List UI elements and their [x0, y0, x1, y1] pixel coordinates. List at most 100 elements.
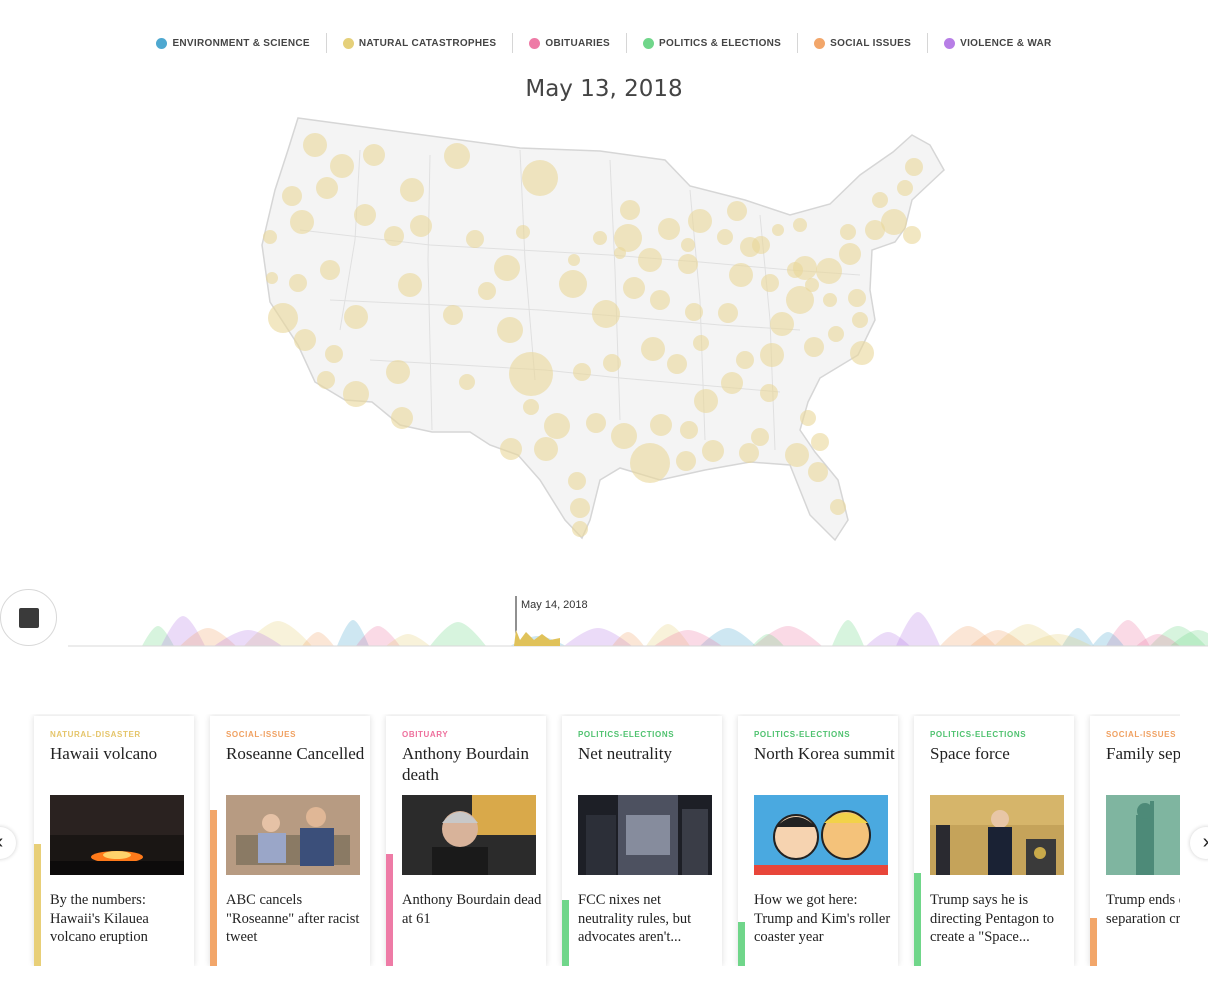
event-bubble[interactable]	[736, 351, 754, 369]
event-bubble[interactable]	[592, 300, 620, 328]
card-description[interactable]: Trump says he is directing Pentagon to c…	[930, 891, 1070, 947]
podium-speech-image[interactable]	[930, 795, 1064, 875]
event-bubble[interactable]	[761, 274, 779, 292]
event-bubble[interactable]	[693, 335, 709, 351]
event-bubble[interactable]	[444, 143, 470, 169]
event-bubble[interactable]	[263, 230, 277, 244]
timeline-chart[interactable]	[68, 590, 1208, 650]
projection-building-image[interactable]	[578, 795, 712, 875]
event-bubble[interactable]	[330, 154, 354, 178]
event-bubble[interactable]	[497, 317, 523, 343]
event-bubble[interactable]	[586, 413, 606, 433]
event-bubble[interactable]	[839, 243, 861, 265]
event-bubble[interactable]	[676, 451, 696, 471]
event-bubble[interactable]	[294, 329, 316, 351]
volcano-image[interactable]	[50, 795, 184, 875]
event-bubble[interactable]	[638, 248, 662, 272]
event-bubble[interactable]	[623, 277, 645, 299]
card-title[interactable]: Anthony Bourdain death	[402, 743, 544, 785]
event-bubble[interactable]	[384, 226, 404, 246]
event-bubble[interactable]	[897, 180, 913, 196]
stop-button[interactable]	[0, 589, 57, 646]
event-bubble[interactable]	[850, 341, 874, 365]
event-bubble[interactable]	[694, 389, 718, 413]
event-bubble[interactable]	[852, 312, 868, 328]
story-card[interactable]: POLITICS-ELECTIONS Space force Trump says …	[914, 716, 1074, 966]
cartoon-leaders-image[interactable]	[754, 795, 888, 875]
event-bubble[interactable]	[478, 282, 496, 300]
event-bubble[interactable]	[678, 254, 698, 274]
event-bubble[interactable]	[290, 210, 314, 234]
event-bubble[interactable]	[727, 201, 747, 221]
us-map[interactable]	[0, 100, 1208, 550]
legend-item[interactable]: NATURAL CATASTROPHES	[325, 33, 512, 53]
event-bubble[interactable]	[872, 192, 888, 208]
event-bubble[interactable]	[344, 305, 368, 329]
event-bubble[interactable]	[559, 270, 587, 298]
story-card[interactable]: POLITICS-ELECTIONS Net neutrality FCC nixe…	[562, 716, 722, 966]
legend-item[interactable]: SOCIAL ISSUES	[797, 33, 927, 53]
event-bubble[interactable]	[770, 312, 794, 336]
event-bubble[interactable]	[751, 428, 769, 446]
event-bubble[interactable]	[717, 229, 733, 245]
event-bubble[interactable]	[752, 236, 770, 254]
event-bubble[interactable]	[466, 230, 484, 248]
legend-item[interactable]: POLITICS & ELECTIONS	[626, 33, 797, 53]
event-bubble[interactable]	[804, 337, 824, 357]
legend-item[interactable]: ENVIRONMENT & SCIENCE	[140, 33, 325, 53]
event-bubble[interactable]	[509, 352, 553, 396]
card-title[interactable]: Family separations	[1106, 743, 1180, 764]
sitcom-couple-image[interactable]	[226, 795, 360, 875]
event-bubble[interactable]	[363, 144, 385, 166]
event-bubble[interactable]	[848, 289, 866, 307]
event-bubble[interactable]	[681, 238, 695, 252]
card-title[interactable]: Roseanne Cancelled	[226, 743, 368, 764]
event-bubble[interactable]	[266, 272, 278, 284]
event-bubble[interactable]	[614, 247, 626, 259]
event-bubble[interactable]	[268, 303, 298, 333]
card-title[interactable]: Space force	[930, 743, 1072, 764]
event-bubble[interactable]	[620, 200, 640, 220]
event-bubble[interactable]	[343, 381, 369, 407]
event-bubble[interactable]	[354, 204, 376, 226]
portrait-image[interactable]	[402, 795, 536, 875]
event-bubble[interactable]	[787, 262, 803, 278]
event-bubble[interactable]	[289, 274, 307, 292]
event-bubble[interactable]	[760, 343, 784, 367]
event-bubble[interactable]	[650, 414, 672, 436]
prev-arrow-button[interactable]: ‹	[0, 827, 16, 859]
event-bubble[interactable]	[805, 278, 819, 292]
legend-item[interactable]: VIOLENCE & WAR	[927, 33, 1067, 53]
event-bubble[interactable]	[830, 499, 846, 515]
story-card[interactable]: NATURAL-DISASTER Hawaii volcano By the num…	[34, 716, 194, 966]
card-title[interactable]: Net neutrality	[578, 743, 720, 764]
event-bubble[interactable]	[568, 254, 580, 266]
event-bubble[interactable]	[593, 231, 607, 245]
event-bubble[interactable]	[316, 177, 338, 199]
event-bubble[interactable]	[572, 521, 588, 537]
event-bubble[interactable]	[320, 260, 340, 280]
event-bubble[interactable]	[443, 305, 463, 325]
event-bubble[interactable]	[570, 498, 590, 518]
event-bubble[interactable]	[680, 421, 698, 439]
event-bubble[interactable]	[800, 410, 816, 426]
card-description[interactable]: ABC cancels "Roseanne" after racist twee…	[226, 891, 366, 947]
event-bubble[interactable]	[641, 337, 665, 361]
event-bubble[interactable]	[534, 437, 558, 461]
event-bubble[interactable]	[500, 438, 522, 460]
event-bubble[interactable]	[905, 158, 923, 176]
event-bubble[interactable]	[729, 263, 753, 287]
event-bubble[interactable]	[667, 354, 687, 374]
event-bubble[interactable]	[840, 224, 856, 240]
event-bubble[interactable]	[568, 472, 586, 490]
event-bubble[interactable]	[808, 462, 828, 482]
event-bubble[interactable]	[739, 443, 759, 463]
event-bubble[interactable]	[398, 273, 422, 297]
event-bubble[interactable]	[459, 374, 475, 390]
event-bubble[interactable]	[760, 384, 778, 402]
event-bubble[interactable]	[903, 226, 921, 244]
card-description[interactable]: Anthony Bourdain dead at 61	[402, 891, 542, 928]
statue-image[interactable]	[1106, 795, 1180, 875]
event-bubble[interactable]	[785, 443, 809, 467]
event-bubble[interactable]	[650, 290, 670, 310]
